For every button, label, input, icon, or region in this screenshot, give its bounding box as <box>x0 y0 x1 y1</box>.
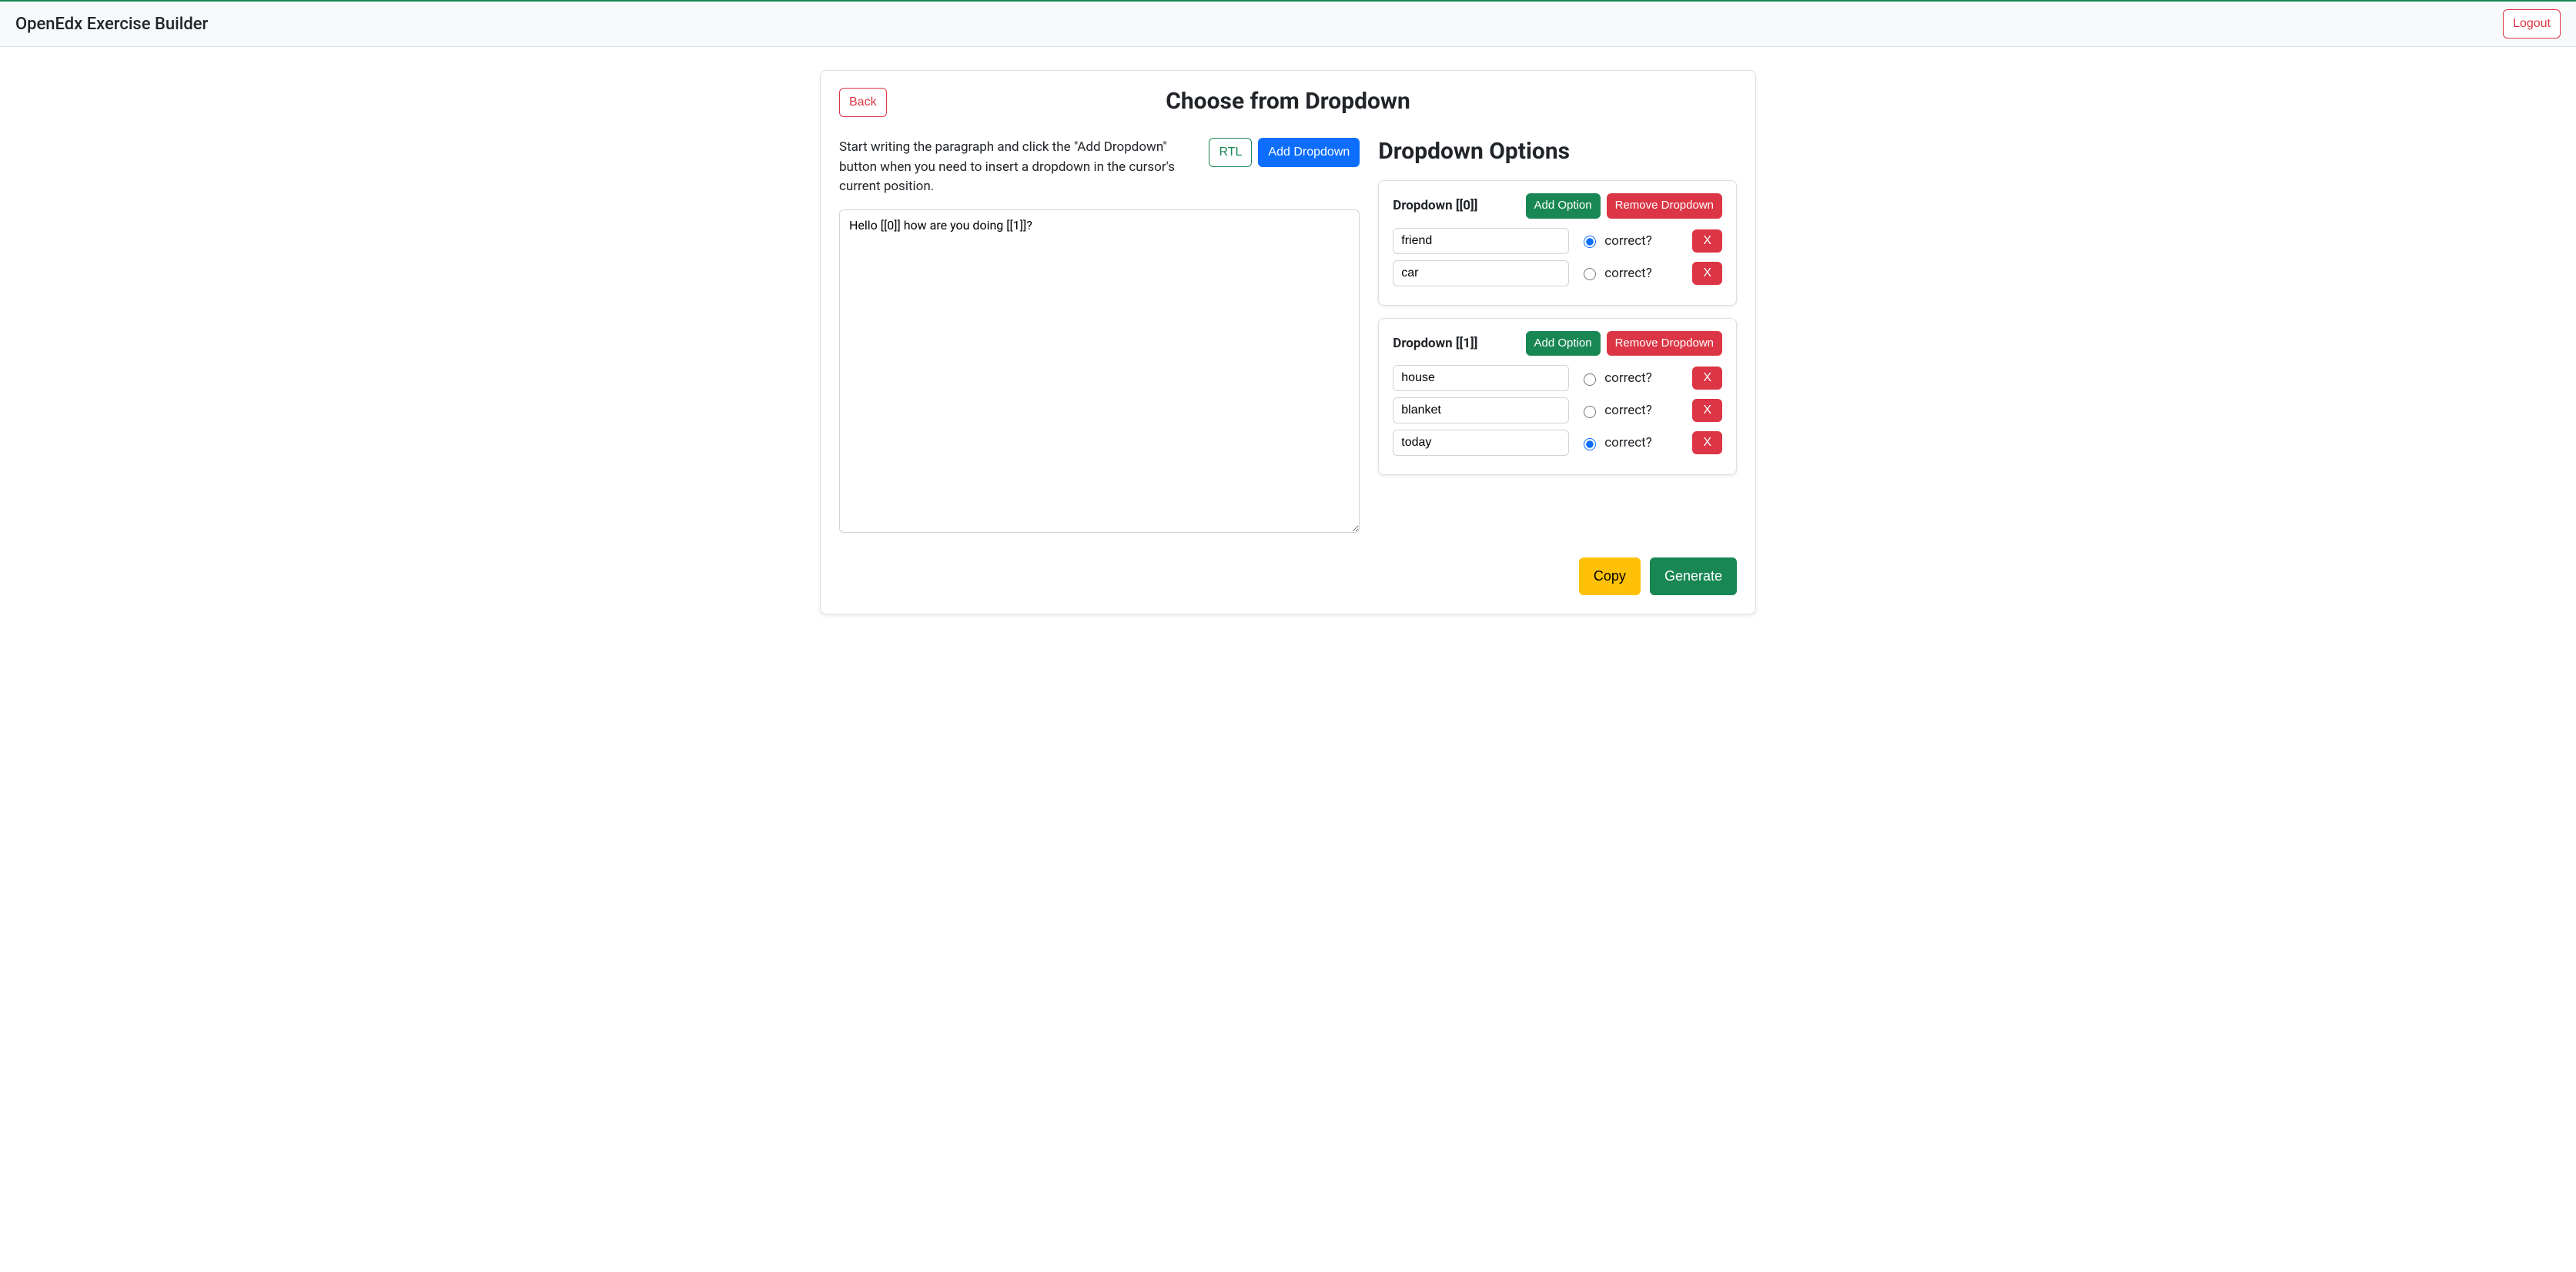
dropdown-header: Dropdown [[0]] Add OptionRemove Dropdown <box>1393 193 1722 219</box>
correct-label: correct? <box>1604 233 1651 249</box>
dropdown-header: Dropdown [[1]] Add OptionRemove Dropdown <box>1393 331 1722 356</box>
correct-radio[interactable] <box>1584 236 1596 248</box>
option-row: correct? X <box>1393 397 1722 423</box>
add-dropdown-button[interactable]: Add Dropdown <box>1258 138 1360 167</box>
option-row: correct? X <box>1393 228 1722 254</box>
correct-label: correct? <box>1604 435 1651 450</box>
dropdown-card: Dropdown [[1]] Add OptionRemove Dropdown c… <box>1378 318 1737 476</box>
page-title: Choose from Dropdown <box>1166 88 1410 115</box>
instructions-text: Start writing the paragraph and click th… <box>839 138 1196 197</box>
delete-option-button[interactable]: X <box>1692 399 1722 422</box>
option-input[interactable] <box>1393 260 1569 286</box>
option-row: correct? X <box>1393 260 1722 286</box>
correct-radio[interactable] <box>1584 438 1596 450</box>
correct-radio-wrap[interactable]: correct? <box>1580 370 1681 386</box>
delete-option-button[interactable]: X <box>1692 367 1722 390</box>
option-input[interactable] <box>1393 430 1569 456</box>
dropdown-actions: Add OptionRemove Dropdown <box>1526 331 1722 356</box>
option-input[interactable] <box>1393 228 1569 254</box>
delete-option-button[interactable]: X <box>1692 229 1722 253</box>
correct-radio[interactable] <box>1584 268 1596 280</box>
remove-dropdown-button[interactable]: Remove Dropdown <box>1607 193 1722 219</box>
dropdown-actions: Add OptionRemove Dropdown <box>1526 193 1722 219</box>
dropdown-label: Dropdown [[1]] <box>1393 336 1519 351</box>
rtl-button[interactable]: RTL <box>1209 138 1252 167</box>
remove-dropdown-button[interactable]: Remove Dropdown <box>1607 331 1722 356</box>
correct-radio[interactable] <box>1584 373 1596 386</box>
correct-radio-wrap[interactable]: correct? <box>1580 233 1681 249</box>
correct-radio[interactable] <box>1584 406 1596 418</box>
dropdown-card: Dropdown [[0]] Add OptionRemove Dropdown c… <box>1378 180 1737 306</box>
app-brand: OpenEdx Exercise Builder <box>15 15 208 34</box>
option-input[interactable] <box>1393 365 1569 391</box>
delete-option-button[interactable]: X <box>1692 262 1722 285</box>
option-input[interactable] <box>1393 397 1569 423</box>
correct-radio-wrap[interactable]: correct? <box>1580 435 1681 450</box>
correct-label: correct? <box>1604 266 1651 281</box>
correct-radio-wrap[interactable]: correct? <box>1580 403 1681 418</box>
add-option-button[interactable]: Add Option <box>1526 331 1601 356</box>
paragraph-textarea[interactable] <box>839 209 1360 533</box>
options-panel-title: Dropdown Options <box>1378 138 1737 165</box>
correct-radio-wrap[interactable]: correct? <box>1580 266 1681 281</box>
option-row: correct? X <box>1393 365 1722 391</box>
generate-button[interactable]: Generate <box>1650 557 1737 595</box>
dropdown-label: Dropdown [[0]] <box>1393 198 1519 213</box>
correct-label: correct? <box>1604 370 1651 386</box>
option-row: correct? X <box>1393 430 1722 456</box>
navbar: OpenEdx Exercise Builder Logout <box>0 0 2576 47</box>
add-option-button[interactable]: Add Option <box>1526 193 1601 219</box>
logout-button[interactable]: Logout <box>2503 9 2561 38</box>
delete-option-button[interactable]: X <box>1692 431 1722 454</box>
back-button[interactable]: Back <box>839 88 887 117</box>
main-card: Back Choose from Dropdown Start writing … <box>820 70 1756 614</box>
copy-button[interactable]: Copy <box>1579 557 1641 595</box>
correct-label: correct? <box>1604 403 1651 418</box>
